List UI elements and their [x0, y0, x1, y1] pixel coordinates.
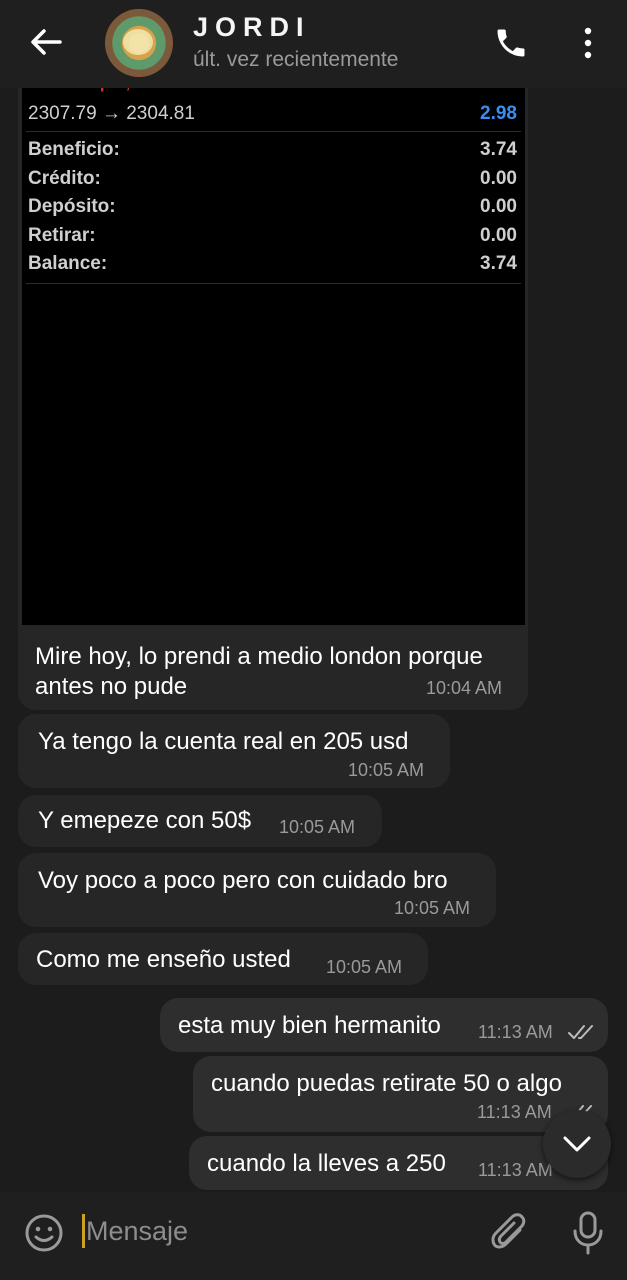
summary-label: Crédito: — [28, 168, 101, 189]
trade-price-line: 2307.79 → 2304.81 — [28, 103, 195, 124]
double-check-icon — [568, 1025, 593, 1039]
chevron-down-icon — [563, 1136, 591, 1152]
message-time: 10:05 AM — [348, 760, 425, 780]
trade-screenshot-image[interactable]: XAUUSD.pro, sell 0.01 2024.06.10 10:22:2… — [22, 75, 525, 625]
message-text: Ya tengo la cuenta real en 205 usd — [38, 728, 409, 755]
message-time: 10:05 AM — [326, 957, 403, 977]
emoji-button[interactable] — [24, 1213, 64, 1253]
call-button[interactable] — [493, 25, 529, 61]
arrow-left-icon — [31, 29, 62, 55]
outgoing-message[interactable]: cuando puedas retirate 50 o algo 11:13 A… — [193, 1056, 608, 1132]
message-time: 10:04 AM — [426, 678, 503, 698]
message-text: cuando la lleves a 250 — [207, 1150, 446, 1177]
summary-row: Beneficio: 3.74 — [28, 139, 517, 167]
summary-label: Retirar: — [28, 225, 96, 246]
microphone-icon — [573, 1211, 603, 1255]
text-cursor — [82, 1214, 85, 1248]
last-seen-status: últ. vez recientemente — [193, 48, 399, 71]
summary-value: 3.74 — [480, 253, 517, 274]
trade-profit: 2.98 — [480, 103, 517, 124]
message-text: Y emepeze con 50$ — [38, 807, 252, 834]
message-time: 11:13 AM — [478, 1022, 553, 1042]
summary-value: 0.00 — [480, 196, 517, 217]
paperclip-icon — [491, 1213, 526, 1249]
incoming-message[interactable]: Ya tengo la cuenta real en 205 usd 10:05… — [18, 714, 450, 788]
divider — [26, 283, 521, 284]
outgoing-message[interactable]: esta muy bien hermanito 11:13 AM — [160, 998, 608, 1052]
back-button[interactable] — [28, 26, 64, 58]
scroll-to-bottom-button[interactable] — [543, 1110, 611, 1178]
contact-name[interactable]: JORDI — [193, 12, 311, 43]
more-vertical-icon — [584, 27, 592, 59]
message-text: cuando puedas retirate 50 o algo — [211, 1070, 562, 1097]
message-input[interactable] — [86, 1216, 466, 1247]
message-text: esta muy bien hermanito — [178, 1012, 441, 1039]
avatar[interactable] — [105, 9, 173, 77]
summary-label: Balance: — [28, 253, 108, 274]
more-options-button[interactable] — [580, 26, 596, 60]
incoming-message[interactable]: Y emepeze con 50$ 10:05 AM — [18, 795, 382, 847]
summary-row: Depósito: 0.00 — [28, 196, 517, 224]
message-time: 10:05 AM — [394, 898, 471, 918]
summary-value: 0.00 — [480, 225, 517, 246]
message-time: 11:13 AM — [478, 1160, 553, 1180]
summary-row: Retirar: 0.00 — [28, 225, 517, 253]
message-time: 10:05 AM — [279, 817, 356, 837]
message-time: 11:13 AM — [477, 1102, 552, 1122]
summary-label: Depósito: — [28, 196, 116, 217]
message-text: Como me enseño usted — [36, 946, 291, 973]
summary-value: 0.00 — [480, 168, 517, 189]
summary-row: Balance: 3.74 — [28, 253, 517, 281]
incoming-message[interactable]: Como me enseño usted 10:05 AM — [18, 933, 428, 985]
divider — [26, 131, 521, 132]
chat-header: JORDI últ. vez recientemente — [0, 0, 627, 88]
voice-message-button[interactable] — [570, 1210, 606, 1256]
message-text: Voy poco a poco pero con cuidado bro — [38, 867, 448, 894]
emoji-icon — [25, 1214, 63, 1252]
summary-value: 3.74 — [480, 139, 517, 160]
message-composer — [0, 1192, 627, 1280]
summary-row: Crédito: 0.00 — [28, 168, 517, 196]
summary-label: Beneficio: — [28, 139, 120, 160]
phone-icon — [497, 29, 525, 57]
incoming-message[interactable]: Voy poco a poco pero con cuidado bro 10:… — [18, 853, 496, 927]
attach-button[interactable] — [490, 1212, 530, 1256]
